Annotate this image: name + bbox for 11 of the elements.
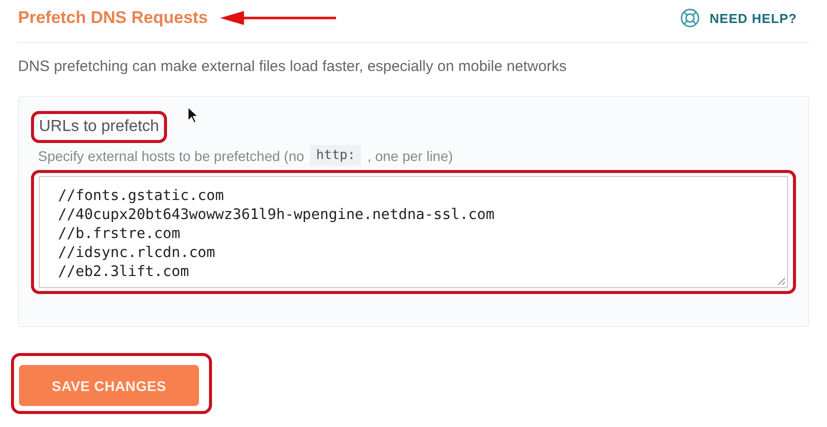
description-text: DNS prefetching can make external files load faster, especially on mobile networks bbox=[18, 58, 568, 75]
resize-grip-icon[interactable] bbox=[777, 277, 785, 285]
hint-text: , one per line) bbox=[367, 148, 453, 164]
lifebuoy-icon bbox=[680, 8, 700, 28]
code-chip: http: bbox=[310, 145, 362, 166]
urls-field[interactable]: //fonts.gstatic.com //40cupx20bt643wowwz361l9h-wpengine.netdna-ssl.com //b.frstre.com //idsync.rlcdn.com //eb2.3lift.com bbox=[39, 176, 788, 288]
section-title: Prefetch DNS Requests bbox=[18, 8, 208, 28]
help-link[interactable]: NEED HELP? bbox=[710, 10, 797, 26]
field-label: URLs to prefetch bbox=[31, 111, 168, 143]
cursor-icon bbox=[187, 106, 199, 124]
hint-text: Specify external hosts to be prefetched (no bbox=[38, 148, 304, 164]
